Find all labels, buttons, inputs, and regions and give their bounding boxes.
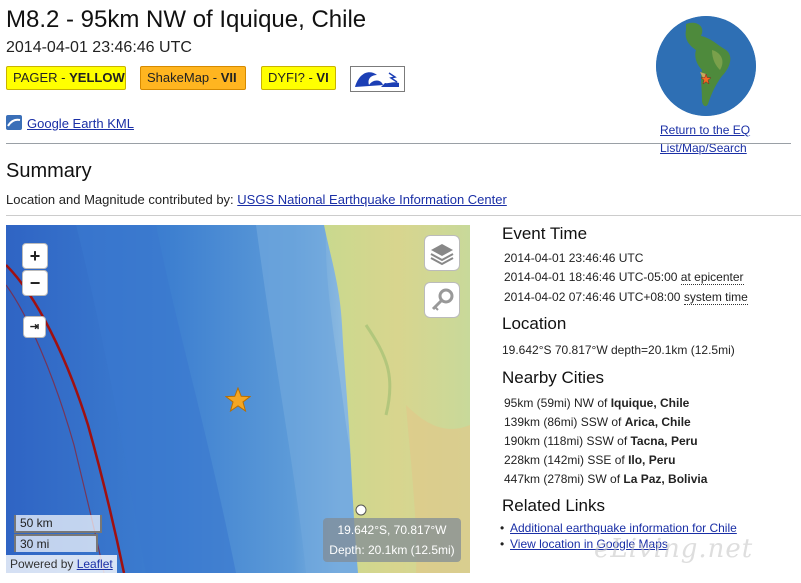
key-icon [431, 288, 454, 311]
layers-icon [430, 244, 454, 266]
city-name: Arica, Chile [624, 415, 691, 429]
fullscreen-icon: ⇥ [29, 321, 40, 333]
city-distance: 95km (59mi) NW of [504, 396, 611, 410]
summary-divider [6, 215, 801, 216]
city-distance: 228km (142mi) SSE of [504, 453, 629, 467]
nearby-city-item: 139km (86mi) SSW of Arica, Chile [504, 415, 691, 429]
google-earth-icon [6, 115, 22, 130]
header-divider [6, 143, 791, 144]
event-time-utc: 2014-04-01 23:46:46 UTC [504, 251, 644, 265]
shakemap-badge[interactable]: ShakeMap - VII [140, 66, 246, 90]
legend-button[interactable] [424, 282, 460, 318]
coordinate-line: 19.642°S, 70.817°W [337, 523, 447, 537]
system-time-label[interactable]: system time [683, 290, 748, 305]
shakemap-value: VII [220, 70, 237, 85]
contributor-link[interactable]: USGS National Earthquake Information Cen… [237, 192, 507, 207]
event-time-system: 2014-04-02 07:46:46 UTC+08:00 system tim… [504, 290, 748, 305]
pager-badge[interactable]: PAGER - YELLOW [6, 66, 126, 90]
epicenter-map[interactable]: + − ⇥ 50 km 30 mi 19.642°S, 70.817°W Dep… [6, 225, 470, 573]
return-link-line-2[interactable]: List/Map/Search [660, 139, 750, 157]
related-links-heading: Related Links [502, 496, 606, 515]
return-link-line-1[interactable]: Return to the EQ [660, 121, 750, 139]
event-time-heading: Event Time [502, 224, 588, 243]
nearby-cities-heading: Nearby Cities [502, 368, 605, 387]
city-distance: 139km (86mi) SSW of [504, 415, 625, 429]
epicenter-time-value: 2014-04-01 18:46:46 UTC-05:00 [504, 270, 678, 284]
attribution-prefix: Powered by [10, 557, 77, 571]
zoom-out-button[interactable]: − [22, 270, 48, 296]
shakemap-label: ShakeMap - [147, 70, 221, 85]
scale-km: 50 km [14, 515, 102, 533]
coordinate-readout: 19.642°S, 70.817°W Depth: 20.1km (12.5mi… [323, 518, 461, 562]
event-time-epicenter: 2014-04-01 18:46:46 UTC-05:00 at epicent… [504, 270, 744, 285]
dyfi-value: VI [316, 70, 329, 85]
nearby-city-item: 190km (118mi) SSW of Tacna, Peru [504, 434, 698, 448]
epicenter-time-label[interactable]: at epicenter [680, 270, 744, 285]
tsunami-badge[interactable] [350, 66, 405, 92]
system-time-value: 2014-04-02 07:46:46 UTC+08:00 [504, 290, 681, 304]
location-globe [656, 16, 756, 116]
nearby-city-item: 228km (142mi) SSE of Ilo, Peru [504, 453, 675, 467]
nearby-city-item: 447km (278mi) SW of La Paz, Bolivia [504, 472, 707, 486]
contributor-line: Location and Magnitude contributed by: U… [6, 192, 507, 207]
pager-label: PAGER - [13, 70, 70, 85]
event-datetime: 2014-04-01 23:46:46 UTC [6, 39, 192, 56]
kml-row[interactable]: Google Earth KML [6, 115, 134, 131]
pager-value: YELLOW [69, 70, 125, 85]
scale-mi: 30 mi [14, 534, 98, 552]
city-name: Iquique, Chile [610, 396, 690, 410]
city-distance: 190km (118mi) SSW of [504, 434, 631, 448]
watermark: eLiving.net [594, 534, 754, 564]
city-distance: 447km (278mi) SW of [504, 472, 624, 486]
tsunami-wave-icon [351, 67, 404, 91]
map-attribution: Powered by Leaflet [6, 555, 117, 573]
related-link-chile-info[interactable]: Additional earthquake information for Ch… [500, 521, 737, 535]
city-name: Ilo, Peru [628, 453, 676, 467]
location-heading: Location [502, 314, 567, 333]
event-title: M8.2 - 95km NW of Iquique, Chile [6, 6, 367, 33]
summary-heading: Summary [6, 160, 92, 182]
return-link[interactable]: Return to the EQ List/Map/Search [660, 121, 750, 157]
depth-line: Depth: 20.1km (12.5mi) [329, 543, 455, 557]
nearby-city-item: 95km (59mi) NW of Iquique, Chile [504, 396, 689, 410]
globe-epicenter-star-icon [701, 74, 711, 84]
dyfi-badge[interactable]: DYFI? - VI [261, 66, 336, 90]
dyfi-label: DYFI? - [268, 70, 317, 85]
leaflet-link[interactable]: Leaflet [77, 557, 113, 571]
epicenter-star-icon[interactable] [225, 387, 251, 412]
city-name: La Paz, Bolivia [623, 472, 708, 486]
fullscreen-button[interactable]: ⇥ [23, 316, 46, 338]
location-value: 19.642°S 70.817°W depth=20.1km (12.5mi) [502, 343, 735, 357]
layers-button[interactable] [424, 235, 460, 271]
kml-link[interactable]: Google Earth KML [27, 116, 134, 131]
city-name: Tacna, Peru [630, 434, 698, 448]
zoom-in-button[interactable]: + [22, 243, 48, 269]
contributor-prefix: Location and Magnitude contributed by: [6, 192, 238, 207]
